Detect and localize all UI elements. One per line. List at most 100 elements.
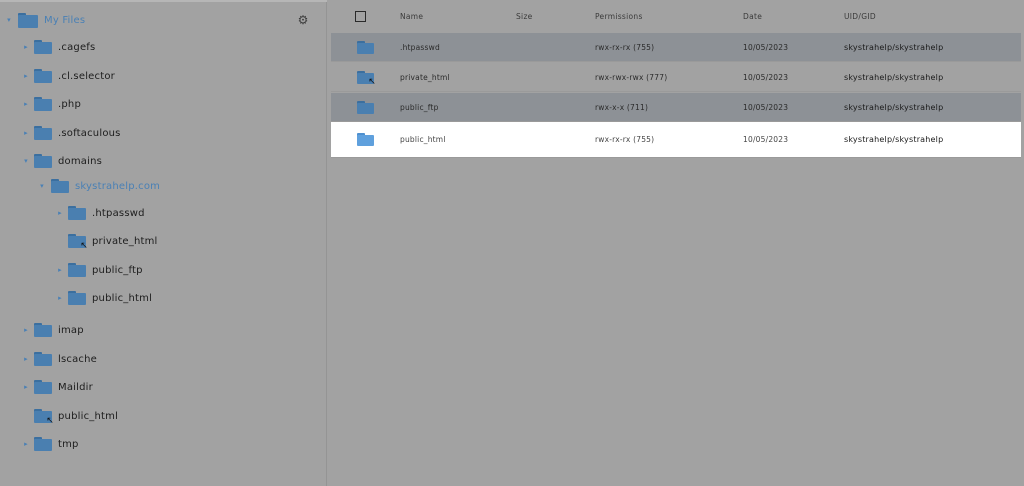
row-name: public_html <box>400 135 446 144</box>
row-owner: skystrahelp/skystrahelp <box>844 102 944 112</box>
folder-icon <box>357 133 374 146</box>
tree-item-label: .cl.selector <box>58 70 115 82</box>
chevron-right-icon[interactable]: ▸ <box>22 440 30 448</box>
folder-icon <box>34 154 52 168</box>
chevron-right-icon[interactable]: ▸ <box>22 326 30 334</box>
chevron-right-icon[interactable]: ▸ <box>22 43 30 51</box>
folder-link-icon: ↖ <box>34 409 54 426</box>
folder-icon <box>34 380 52 394</box>
row-icon-cell: ↖ <box>357 63 376 91</box>
chevron-right-icon[interactable]: ▸ <box>22 355 30 363</box>
column-header-permissions[interactable]: Permissions <box>595 12 643 21</box>
row-icon-cell <box>357 122 374 157</box>
row-permissions: rwx-rx-rx (755) <box>595 135 655 144</box>
tree-item-htpasswd[interactable]: ▸ .htpasswd <box>56 202 145 224</box>
folder-icon <box>68 206 86 220</box>
file-list-panel: Name Size Permissions Date UID/GID .htpa… <box>331 0 1024 486</box>
chevron-right-icon[interactable]: ▸ <box>56 209 64 217</box>
tree-item-label: .softaculous <box>58 127 121 139</box>
tree-item-label: public_html <box>92 292 153 304</box>
folder-icon <box>68 291 86 305</box>
folder-link-icon: ↖ <box>357 70 376 86</box>
folder-icon <box>34 323 52 337</box>
row-name: private_html <box>400 72 450 82</box>
folder-link-icon: ↖ <box>68 234 88 251</box>
folder-icon <box>34 352 52 366</box>
tree-item-label: public_html <box>58 410 119 422</box>
table-row[interactable]: public_ftp rwx-x-x (711) 10/05/2023 skys… <box>331 93 1021 122</box>
chevron-right-icon[interactable]: ▸ <box>22 129 30 137</box>
tree-root-my-files[interactable]: ▾ My Files <box>5 9 85 31</box>
tree-item-cagefs[interactable]: ▸ .cagefs <box>22 36 95 58</box>
tree-item-label: lscache <box>58 353 98 365</box>
column-header-size[interactable]: Size <box>516 12 533 21</box>
table-row-selected[interactable]: public_html rwx-rx-rx (755) 10/05/2023 s… <box>331 122 1021 158</box>
table-header: Name Size Permissions Date UID/GID <box>331 0 1021 33</box>
gear-icon[interactable]: ⚙ <box>296 13 310 27</box>
folder-icon <box>34 40 52 54</box>
chevron-right-icon[interactable]: ▸ <box>56 294 64 302</box>
folder-icon <box>51 179 69 193</box>
folder-icon <box>34 126 52 140</box>
row-permissions: rwx-rwx-rwx (777) <box>595 72 668 82</box>
tree-item-label: imap <box>58 324 84 336</box>
tree-item-label: private_html <box>92 235 158 247</box>
folder-icon <box>68 263 86 277</box>
row-date: 10/05/2023 <box>743 135 789 144</box>
table-row[interactable]: ↖ private_html rwx-rwx-rwx (777) 10/05/2… <box>331 63 1021 92</box>
row-name: .htpasswd <box>400 42 440 52</box>
folder-icon <box>18 13 38 28</box>
folder-icon <box>34 97 52 111</box>
tree-item-label: .cagefs <box>58 41 96 53</box>
tree-item-public-ftp[interactable]: ▸ public_ftp <box>56 259 143 281</box>
row-date: 10/05/2023 <box>743 102 789 112</box>
tree-item-label: .htpasswd <box>92 207 145 219</box>
column-header-name[interactable]: Name <box>400 12 423 21</box>
table-row[interactable]: .htpasswd rwx-rx-rx (755) 10/05/2023 sky… <box>331 33 1021 62</box>
tree-item-label: public_ftp <box>92 264 143 276</box>
chevron-down-icon[interactable]: ▾ <box>5 16 13 24</box>
tree-item-private-html[interactable]: ↖ private_html <box>56 230 158 252</box>
tree-item-label: domains <box>58 155 103 167</box>
tree-item-public-html[interactable]: ▸ public_html <box>56 287 152 309</box>
tree-item-skystrahelp-com[interactable]: ▾ skystrahelp.com <box>38 175 160 197</box>
tree-item-public-html-link[interactable]: ↖ public_html <box>22 405 118 427</box>
tree-item-label: My Files <box>44 14 86 26</box>
tree-item-cl-selector[interactable]: ▸ .cl.selector <box>22 65 115 87</box>
tree-item-domains[interactable]: ▾ domains <box>22 150 102 172</box>
row-date: 10/05/2023 <box>743 42 789 52</box>
column-header-date[interactable]: Date <box>743 12 762 21</box>
tree-item-lscache[interactable]: ▸ lscache <box>22 348 97 370</box>
chevron-right-icon[interactable]: ▸ <box>56 266 64 274</box>
row-icon-cell <box>357 93 374 121</box>
sidebar-divider <box>0 0 327 2</box>
file-tree-sidebar: ▾ My Files ⚙ ▸ .cagefs ▸ .cl.selector ▸ … <box>0 0 327 486</box>
row-permissions: rwx-x-x (711) <box>595 102 649 112</box>
tree-item-label: skystrahelp.com <box>75 180 161 192</box>
chevron-right-icon[interactable]: ▸ <box>22 100 30 108</box>
row-owner: skystrahelp/skystrahelp <box>844 135 944 144</box>
row-icon-cell <box>357 33 374 61</box>
select-all-checkbox[interactable] <box>355 11 366 22</box>
chevron-right-icon[interactable]: ▸ <box>22 383 30 391</box>
tree-item-label: .php <box>58 98 82 110</box>
tree-item-softaculous[interactable]: ▸ .softaculous <box>22 122 121 144</box>
folder-icon <box>357 40 374 54</box>
column-header-owner[interactable]: UID/GID <box>844 12 876 21</box>
tree-item-tmp[interactable]: ▸ tmp <box>22 433 79 455</box>
row-owner: skystrahelp/skystrahelp <box>844 72 944 82</box>
chevron-right-icon[interactable]: ▸ <box>22 72 30 80</box>
tree-item-label: Maildir <box>58 381 93 393</box>
folder-icon <box>34 437 52 451</box>
chevron-down-icon[interactable]: ▾ <box>22 157 30 165</box>
folder-icon <box>357 100 374 114</box>
tree-item-maildir[interactable]: ▸ Maildir <box>22 376 93 398</box>
row-permissions: rwx-rx-rx (755) <box>595 42 655 52</box>
tree-item-php[interactable]: ▸ .php <box>22 93 81 115</box>
row-date: 10/05/2023 <box>743 72 789 82</box>
row-name: public_ftp <box>400 102 439 112</box>
row-owner: skystrahelp/skystrahelp <box>844 42 944 52</box>
folder-icon <box>34 69 52 83</box>
chevron-down-icon[interactable]: ▾ <box>38 182 46 190</box>
tree-item-imap[interactable]: ▸ imap <box>22 319 84 341</box>
